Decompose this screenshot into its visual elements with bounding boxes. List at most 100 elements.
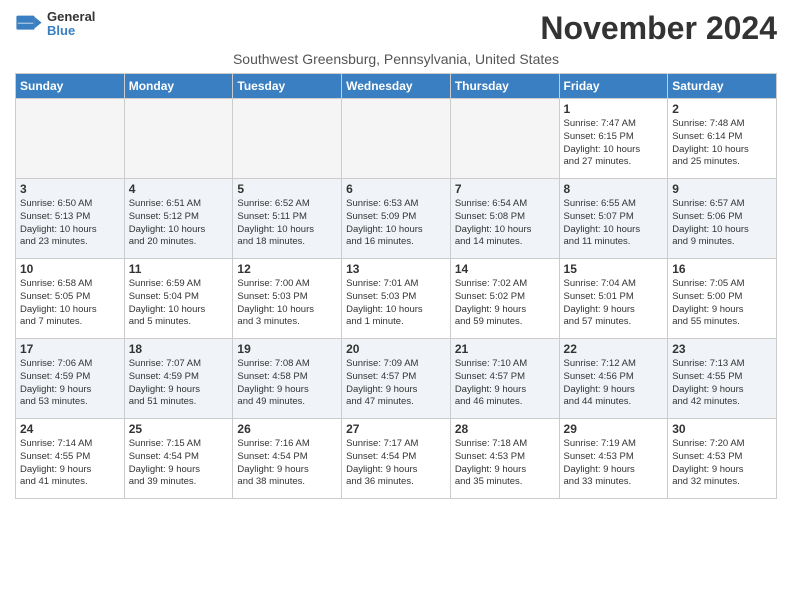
cell-text: Sunrise: 6:54 AM Sunset: 5:08 PM Dayligh…	[455, 198, 555, 249]
calendar-cell: 18 Sunrise: 7:07 AM Sunset: 4:59 PM Dayli…	[124, 339, 233, 419]
day-number: 14	[455, 262, 555, 276]
calendar-cell: 23Sunrise: 7:13 AM Sunset: 4:55 PM Dayli…	[668, 339, 777, 419]
calendar-cell: 20 Sunrise: 7:09 AM Sunset: 4:57 PM Dayli…	[342, 339, 451, 419]
header-row: SundayMondayTuesdayWednesdayThursdayFrid…	[16, 74, 777, 99]
calendar-cell: 1Sunrise: 7:47 AM Sunset: 6:15 PM Daylig…	[559, 99, 668, 179]
calendar-cell: 21Sunrise: 7:10 AM Sunset: 4:57 PM Dayli…	[450, 339, 559, 419]
day-number: 3	[20, 182, 120, 196]
logo-general: General	[47, 10, 95, 24]
calendar-cell: 17 Sunrise: 7:06 AM Sunset: 4:59 PM Dayli…	[16, 339, 125, 419]
calendar-cell: 15 Sunrise: 7:04 AM Sunset: 5:01 PM Dayli…	[559, 259, 668, 339]
cell-text: Sunrise: 7:08 AM Sunset: 4:58 PM Dayligh…	[237, 358, 337, 409]
calendar-table: SundayMondayTuesdayWednesdayThursdayFrid…	[15, 73, 777, 499]
calendar-cell: 19 Sunrise: 7:08 AM Sunset: 4:58 PM Dayli…	[233, 339, 342, 419]
day-number: 2	[672, 102, 772, 116]
cell-text: Sunrise: 7:15 AM Sunset: 4:54 PM Dayligh…	[129, 438, 229, 489]
subtitle: Southwest Greensburg, Pennsylvania, Unit…	[15, 51, 777, 67]
title-block: November 2024	[540, 10, 777, 47]
cell-text: Sunrise: 7:14 AM Sunset: 4:55 PM Dayligh…	[20, 438, 120, 489]
day-number: 6	[346, 182, 446, 196]
cell-text: Sunrise: 7:12 AM Sunset: 4:56 PM Dayligh…	[564, 358, 664, 409]
calendar-cell: 7 Sunrise: 6:54 AM Sunset: 5:08 PM Daylig…	[450, 179, 559, 259]
cell-text: Sunrise: 6:57 AM Sunset: 5:06 PM Dayligh…	[672, 198, 772, 249]
day-number: 29	[564, 422, 664, 436]
day-number: 7	[455, 182, 555, 196]
month-title: November 2024	[540, 10, 777, 47]
header-tuesday: Tuesday	[233, 74, 342, 99]
day-number: 11	[129, 262, 229, 276]
cell-text: Sunrise: 6:50 AM Sunset: 5:13 PM Dayligh…	[20, 198, 120, 249]
calendar-cell: 12 Sunrise: 7:00 AM Sunset: 5:03 PM Dayli…	[233, 259, 342, 339]
calendar-cell: 26Sunrise: 7:16 AM Sunset: 4:54 PM Dayli…	[233, 419, 342, 499]
day-number: 26	[237, 422, 337, 436]
day-number: 22	[564, 342, 664, 356]
week-row-1: 1Sunrise: 7:47 AM Sunset: 6:15 PM Daylig…	[16, 99, 777, 179]
day-number: 16	[672, 262, 772, 276]
day-number: 15	[564, 262, 664, 276]
header-sunday: Sunday	[16, 74, 125, 99]
calendar-cell	[342, 99, 451, 179]
week-row-2: 3 Sunrise: 6:50 AM Sunset: 5:13 PM Daylig…	[16, 179, 777, 259]
calendar-cell: 28 Sunrise: 7:18 AM Sunset: 4:53 PM Dayli…	[450, 419, 559, 499]
logo-icon	[15, 10, 43, 38]
header-monday: Monday	[124, 74, 233, 99]
week-row-3: 10Sunrise: 6:58 AM Sunset: 5:05 PM Dayli…	[16, 259, 777, 339]
day-number: 13	[346, 262, 446, 276]
calendar-cell: 2 Sunrise: 7:48 AM Sunset: 6:14 PM Daylig…	[668, 99, 777, 179]
cell-text: Sunrise: 7:13 AM Sunset: 4:55 PM Dayligh…	[672, 358, 772, 409]
cell-text: Sunrise: 7:09 AM Sunset: 4:57 PM Dayligh…	[346, 358, 446, 409]
calendar-cell: 9Sunrise: 6:57 AM Sunset: 5:06 PM Daylig…	[668, 179, 777, 259]
cell-text: Sunrise: 6:59 AM Sunset: 5:04 PM Dayligh…	[129, 278, 229, 329]
week-row-4: 17 Sunrise: 7:06 AM Sunset: 4:59 PM Dayli…	[16, 339, 777, 419]
cell-text: Sunrise: 7:20 AM Sunset: 4:53 PM Dayligh…	[672, 438, 772, 489]
page-header: General Blue November 2024	[15, 10, 777, 47]
header-friday: Friday	[559, 74, 668, 99]
day-number: 20	[346, 342, 446, 356]
calendar-cell	[233, 99, 342, 179]
cell-text: Sunrise: 7:19 AM Sunset: 4:53 PM Dayligh…	[564, 438, 664, 489]
calendar-cell: 6Sunrise: 6:53 AM Sunset: 5:09 PM Daylig…	[342, 179, 451, 259]
day-number: 28	[455, 422, 555, 436]
calendar-cell: 16 Sunrise: 7:05 AM Sunset: 5:00 PM Dayli…	[668, 259, 777, 339]
calendar-cell: 3 Sunrise: 6:50 AM Sunset: 5:13 PM Daylig…	[16, 179, 125, 259]
cell-text: Sunrise: 7:07 AM Sunset: 4:59 PM Dayligh…	[129, 358, 229, 409]
day-number: 24	[20, 422, 120, 436]
calendar-cell: 11 Sunrise: 6:59 AM Sunset: 5:04 PM Dayli…	[124, 259, 233, 339]
calendar-cell: 30 Sunrise: 7:20 AM Sunset: 4:53 PM Dayli…	[668, 419, 777, 499]
calendar-cell: 13 Sunrise: 7:01 AM Sunset: 5:03 PM Dayli…	[342, 259, 451, 339]
header-saturday: Saturday	[668, 74, 777, 99]
cell-text: Sunrise: 7:05 AM Sunset: 5:00 PM Dayligh…	[672, 278, 772, 329]
calendar-cell: 25Sunrise: 7:15 AM Sunset: 4:54 PM Dayli…	[124, 419, 233, 499]
cell-text: Sunrise: 7:02 AM Sunset: 5:02 PM Dayligh…	[455, 278, 555, 329]
cell-text: Sunrise: 7:01 AM Sunset: 5:03 PM Dayligh…	[346, 278, 446, 329]
cell-text: Sunrise: 6:52 AM Sunset: 5:11 PM Dayligh…	[237, 198, 337, 249]
header-thursday: Thursday	[450, 74, 559, 99]
cell-text: Sunrise: 7:17 AM Sunset: 4:54 PM Dayligh…	[346, 438, 446, 489]
cell-text: Sunrise: 6:51 AM Sunset: 5:12 PM Dayligh…	[129, 198, 229, 249]
day-number: 30	[672, 422, 772, 436]
cell-text: Sunrise: 7:48 AM Sunset: 6:14 PM Dayligh…	[672, 118, 772, 169]
header-wednesday: Wednesday	[342, 74, 451, 99]
calendar-cell: 24 Sunrise: 7:14 AM Sunset: 4:55 PM Dayli…	[16, 419, 125, 499]
day-number: 10	[20, 262, 120, 276]
calendar-cell	[16, 99, 125, 179]
cell-text: Sunrise: 7:06 AM Sunset: 4:59 PM Dayligh…	[20, 358, 120, 409]
cell-text: Sunrise: 7:04 AM Sunset: 5:01 PM Dayligh…	[564, 278, 664, 329]
logo-text: General Blue	[47, 10, 95, 39]
day-number: 19	[237, 342, 337, 356]
day-number: 17	[20, 342, 120, 356]
cell-text: Sunrise: 7:00 AM Sunset: 5:03 PM Dayligh…	[237, 278, 337, 329]
day-number: 8	[564, 182, 664, 196]
calendar-cell	[450, 99, 559, 179]
day-number: 1	[564, 102, 664, 116]
cell-text: Sunrise: 7:10 AM Sunset: 4:57 PM Dayligh…	[455, 358, 555, 409]
week-row-5: 24 Sunrise: 7:14 AM Sunset: 4:55 PM Dayli…	[16, 419, 777, 499]
day-number: 5	[237, 182, 337, 196]
day-number: 4	[129, 182, 229, 196]
day-number: 18	[129, 342, 229, 356]
day-number: 12	[237, 262, 337, 276]
calendar-cell: 5 Sunrise: 6:52 AM Sunset: 5:11 PM Daylig…	[233, 179, 342, 259]
calendar-cell	[124, 99, 233, 179]
cell-text: Sunrise: 7:18 AM Sunset: 4:53 PM Dayligh…	[455, 438, 555, 489]
calendar-cell: 10Sunrise: 6:58 AM Sunset: 5:05 PM Dayli…	[16, 259, 125, 339]
